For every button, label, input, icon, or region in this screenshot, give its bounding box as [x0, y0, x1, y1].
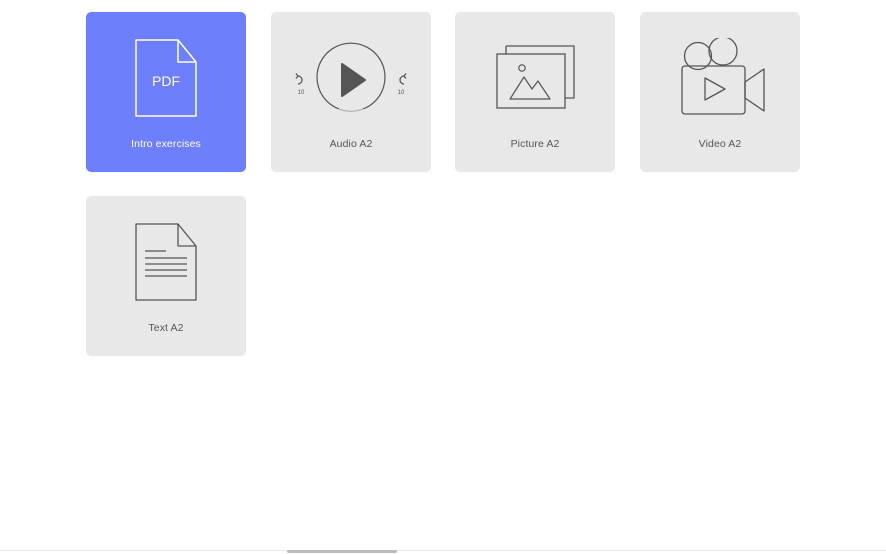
- pdf-badge: PDF: [152, 73, 180, 89]
- material-grid: PDF Intro exercises 10 10 Audio A2 Pictu…: [0, 0, 886, 554]
- play-icon: [341, 63, 366, 97]
- tile-picture-a2[interactable]: Picture A2: [455, 12, 615, 172]
- pdf-file-icon: PDF: [135, 39, 197, 117]
- tile-label: Video A2: [698, 138, 742, 150]
- bottom-divider: [0, 550, 886, 551]
- rewind-10-icon: 10: [295, 73, 305, 96]
- svg-text:10: 10: [298, 90, 305, 96]
- audio-player-icon: 10 10: [295, 42, 407, 112]
- forward-10-icon: 10: [398, 73, 407, 96]
- tile-label: Picture A2: [510, 138, 560, 150]
- tile-label: Text A2: [148, 322, 184, 334]
- text-document-icon: [135, 223, 197, 301]
- tile-intro-exercises[interactable]: PDF Intro exercises: [86, 12, 246, 172]
- horizontal-scrollbar[interactable]: [287, 550, 397, 553]
- video-camera-icon: [681, 38, 765, 115]
- picture-icon: [496, 45, 575, 109]
- tile-video-a2[interactable]: Video A2: [640, 12, 800, 172]
- svg-text:10: 10: [398, 90, 405, 96]
- tile-label: Intro exercises: [131, 138, 201, 150]
- tile-label: Audio A2: [329, 138, 373, 150]
- tile-text-a2[interactable]: Text A2: [86, 196, 246, 356]
- tile-audio-a2[interactable]: 10 10 Audio A2: [271, 12, 431, 172]
